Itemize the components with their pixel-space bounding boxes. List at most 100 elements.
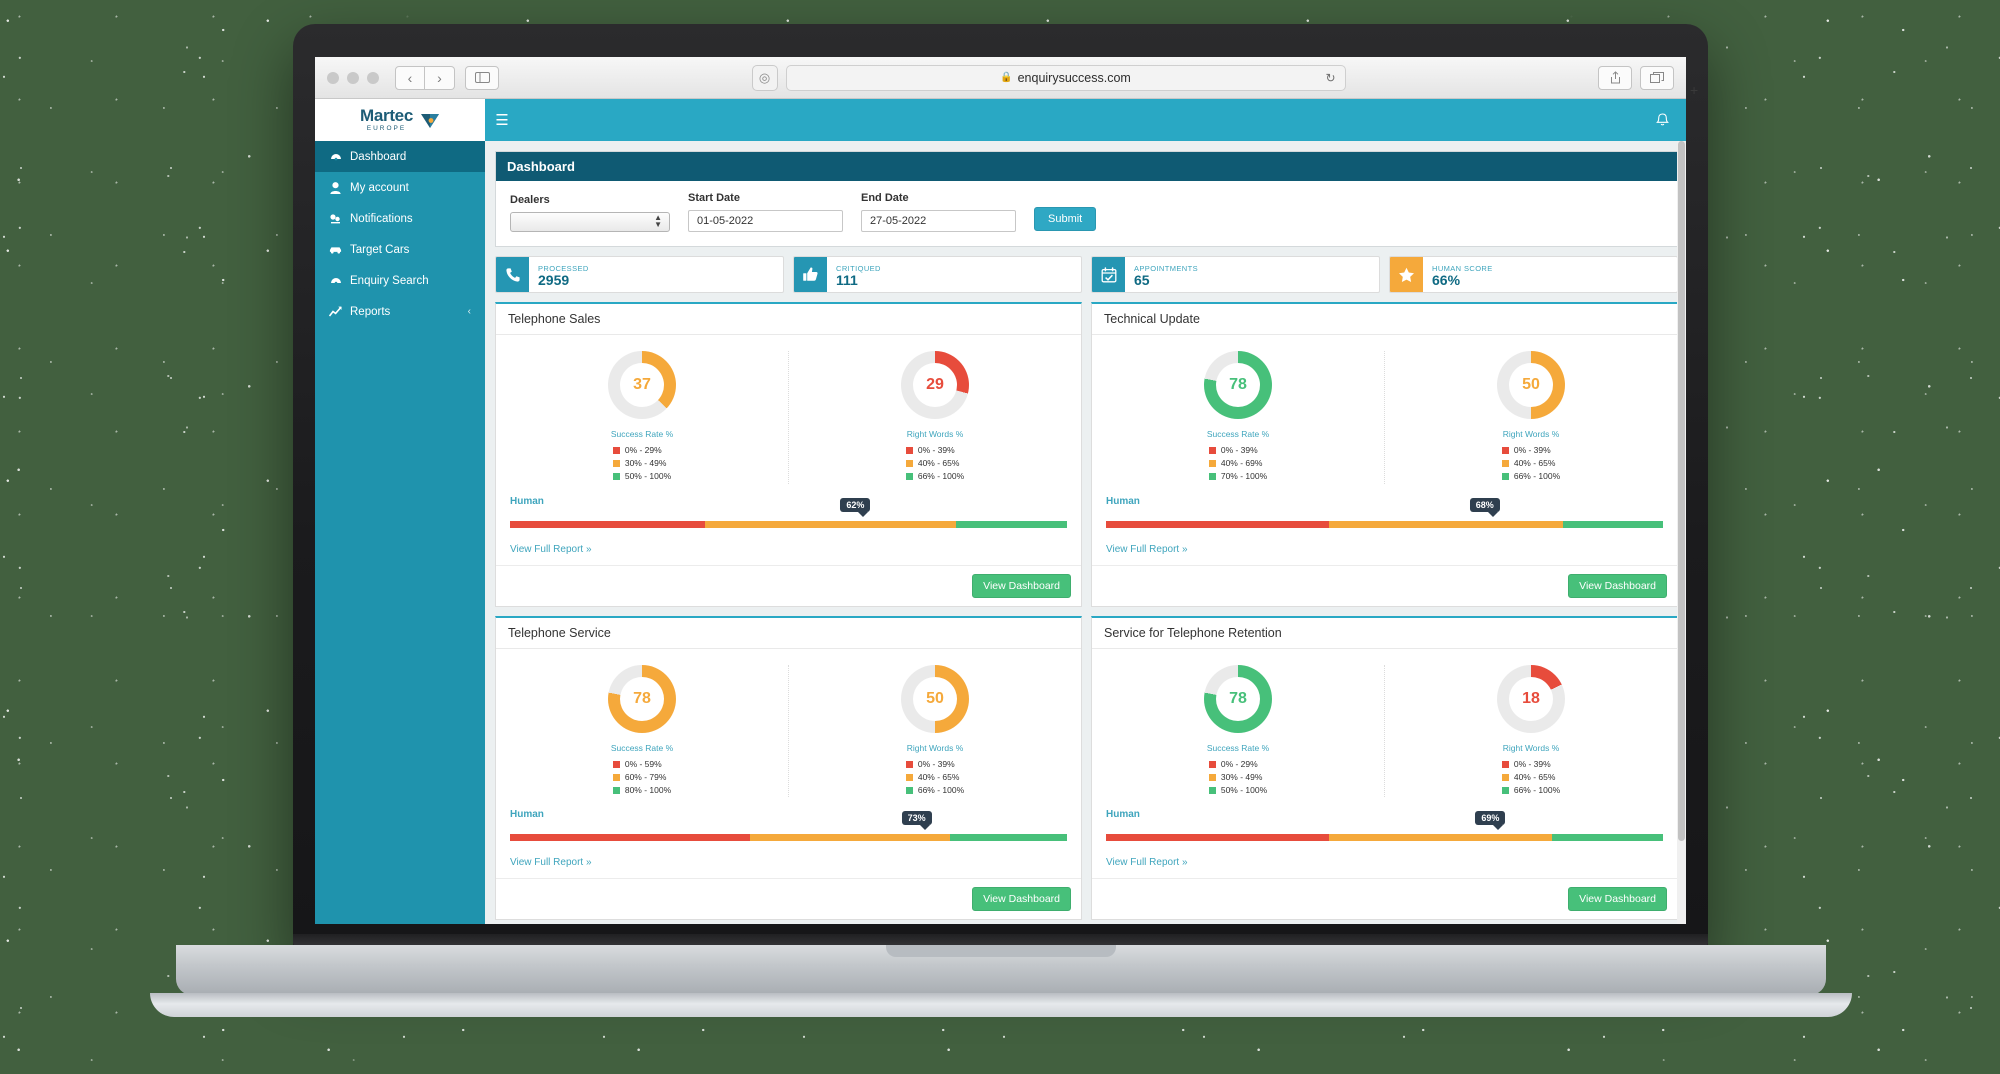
view-dashboard-button[interactable]: View Dashboard (972, 887, 1071, 912)
gauge-label: Success Rate % (1206, 742, 1270, 753)
window-controls[interactable] (327, 71, 379, 84)
start-date-input[interactable]: 01-05-2022 (688, 210, 843, 232)
browser-right-buttons[interactable] (1598, 65, 1674, 90)
stepper-arrows-icon: ▲ ▼ (654, 213, 662, 229)
start-date-field: Start Date 01-05-2022 (688, 192, 843, 232)
card-title: Telephone Sales (496, 304, 1081, 335)
sidebar-item-notifications[interactable]: Notifications (315, 203, 485, 234)
end-date-label: End Date (861, 192, 909, 204)
hamburger-icon[interactable]: ☰ (485, 99, 519, 141)
end-date-field: End Date 27-05-2022 (861, 192, 1016, 232)
legend-swatch (612, 473, 620, 481)
page-title: Dashboard (496, 152, 1677, 181)
gauge-legend: 0% - 29% 30% - 49% 50% - 100% (1208, 758, 1268, 798)
legend-label: 40% - 65% (1513, 458, 1556, 469)
page-scrollbar[interactable] (1677, 141, 1686, 924)
legend-item: 0% - 39% (905, 444, 964, 457)
url-input[interactable]: 🔒 enquirysuccess.com ↻ (785, 64, 1346, 91)
stat-text: HUMAN SCORE 66% (1423, 257, 1493, 292)
sidebar-toggle-icon[interactable] (465, 65, 499, 90)
legend-item: 40% - 65% (1501, 457, 1560, 470)
new-tab-icon[interactable]: + (1690, 82, 1698, 98)
start-date-label: Start Date (688, 192, 740, 204)
view-full-report-link[interactable]: View Full Report » (1092, 845, 1677, 878)
donut-hole: 78 (1216, 363, 1260, 407)
bell-icon[interactable] (1638, 99, 1686, 141)
donut-value: 78 (633, 689, 651, 707)
maximize-icon[interactable] (367, 71, 379, 84)
forward-arrow-icon[interactable]: › (425, 65, 455, 90)
gauge-label: Success Rate % (610, 742, 674, 753)
view-dashboard-button[interactable]: View Dashboard (1568, 573, 1667, 598)
legend-swatch (1208, 773, 1216, 781)
stat-card: PROCESSED 2959 (495, 256, 784, 293)
legend-swatch (1208, 786, 1216, 794)
legend-item: 66% - 100% (905, 784, 964, 797)
end-date-value: 27-05-2022 (870, 215, 927, 227)
donut-chart: 78 (1204, 664, 1272, 733)
stat-text: PROCESSED 2959 (529, 257, 589, 292)
donut-value: 78 (1229, 689, 1247, 707)
donut-chart: 78 (608, 664, 676, 733)
sidebar-item-reports[interactable]: Reports ‹ (315, 296, 485, 327)
scroll-area[interactable]: Dashboard Dealers ▲ ▼ Start Date 01-05-2… (485, 141, 1686, 924)
human-bar (510, 520, 1067, 528)
nav-buttons[interactable]: ‹ › (395, 65, 455, 90)
view-full-report-link[interactable]: View Full Report » (1092, 532, 1677, 565)
dashboard-card: Technical Update 78 Success Rate % 0% - 39%… (1091, 302, 1678, 607)
legend-label: 40% - 65% (1513, 771, 1556, 782)
legend-label: 50% - 100% (1220, 784, 1268, 795)
brand-logo[interactable]: Martec EUROPE (315, 99, 485, 141)
sidebar-item-dashboard[interactable]: Dashboard (315, 141, 485, 172)
view-dashboard-button[interactable]: View Dashboard (1568, 887, 1667, 912)
sidebar-item-target-cars[interactable]: Target Cars (315, 234, 485, 265)
stat-card: APPOINTMENTS 65 (1091, 256, 1380, 293)
dealers-label: Dealers (510, 194, 550, 206)
view-dashboard-button[interactable]: View Dashboard (972, 573, 1071, 598)
bar-segment-red (1106, 834, 1329, 842)
legend-label: 0% - 39% (1513, 445, 1551, 455)
stat-cards: PROCESSED 2959 CRITIQUED 111 APPOINTMENTS 65 H… (495, 256, 1678, 293)
sidebar-item-enquiry-search[interactable]: Enquiry Search (315, 265, 485, 296)
browser-chrome: ‹ › ◎ 🔒 enquirysuccess.com ↻ (315, 57, 1686, 99)
donut-hole: 29 (913, 363, 957, 407)
share-icon[interactable] (1598, 65, 1632, 90)
search-dashboard-icon (329, 275, 342, 287)
bar-segment-red (510, 834, 750, 842)
sidebar-item-label: Notifications (350, 212, 413, 225)
human-section: Human 62% (496, 490, 1081, 528)
bar-segment-red (510, 520, 705, 528)
human-bar (1106, 520, 1663, 528)
gauge: 37 Success Rate % 0% - 29% 30% - 49% 50% - 1… (496, 351, 788, 484)
stat-value: 65 (1134, 272, 1150, 289)
legend-swatch (1501, 473, 1509, 481)
gauge-row: 78 Success Rate % 0% - 29% 30% - 49% 50% - 1… (1092, 649, 1677, 804)
sidebar-item-label: My account (350, 181, 409, 194)
bar-segment-orange (1328, 520, 1563, 528)
sidebar-item-my-account[interactable]: My account (315, 172, 485, 203)
scrollbar-thumb[interactable] (1678, 141, 1685, 841)
dealers-select[interactable]: ▲ ▼ (510, 212, 670, 232)
view-full-report-link[interactable]: View Full Report » (496, 532, 1081, 565)
tabs-icon[interactable] (1640, 65, 1674, 90)
stat-caption: APPOINTMENTS (1134, 263, 1198, 273)
gauge: 18 Right Words % 0% - 39% 40% - 65% 66% - 10… (1384, 664, 1677, 798)
legend-swatch (612, 786, 620, 794)
human-label: Human (510, 495, 544, 507)
close-icon[interactable] (327, 71, 339, 84)
legend-label: 66% - 100% (1513, 471, 1561, 482)
laptop-mockup: ‹ › ◎ 🔒 enquirysuccess.com ↻ Martec EURO… (0, 0, 2000, 1074)
legend-label: 0% - 39% (1513, 758, 1551, 769)
submit-button[interactable]: Submit (1034, 207, 1097, 231)
end-date-input[interactable]: 27-05-2022 (861, 210, 1016, 232)
view-full-report-link[interactable]: View Full Report » (496, 845, 1081, 878)
legend-label: 50% - 100% (624, 471, 672, 482)
gauge-label: Right Words % (906, 429, 964, 439)
shield-icon[interactable]: ◎ (751, 64, 778, 91)
reload-icon[interactable]: ↻ (1325, 71, 1335, 85)
legend-label: 60% - 79% (624, 771, 667, 782)
minimize-icon[interactable] (347, 71, 359, 84)
donut-value: 29 (926, 376, 944, 393)
legend-item: 30% - 49% (612, 457, 671, 470)
back-arrow-icon[interactable]: ‹ (395, 65, 425, 90)
